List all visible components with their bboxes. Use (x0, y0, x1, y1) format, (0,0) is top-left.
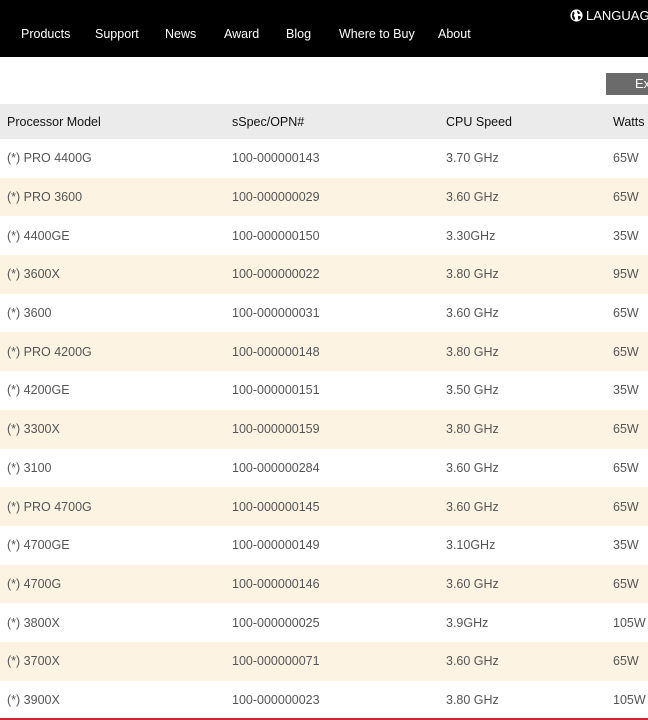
sspec-opn-cell: 100-000000071 (232, 654, 320, 669)
processor-model-cell: (*) 3800X (7, 615, 60, 630)
table-row: (*) 3300X 100-000000159 3.80 GHz 65W (0, 409, 648, 449)
table-row: (*) 3700X 100-000000071 3.60 GHz 65W (0, 641, 648, 681)
watts-cell: 105W (613, 692, 646, 707)
top-navigation-bar: LANGUAGE Products Support News Award Blo… (0, 0, 648, 57)
processor-model-cell: (*) 4400GE (7, 228, 70, 243)
table-row: (*) PRO 4700G 100-000000145 3.60 GHz 65W (0, 487, 648, 526)
processor-model-cell: (*) 3300X (7, 422, 60, 437)
table-row: (*) 3600 100-000000031 3.60 GHz 65W (0, 293, 648, 333)
nav-award[interactable]: Award (224, 27, 259, 41)
cpu-speed-cell: 3.80 GHz (446, 344, 499, 359)
watts-cell: 65W (613, 344, 639, 359)
watts-cell: 65W (613, 499, 639, 514)
column-header-sspec-opn[interactable]: sSpec/OPN# (232, 104, 304, 139)
sspec-opn-cell: 100-000000150 (232, 228, 320, 243)
column-header-watts[interactable]: Watts (613, 104, 644, 139)
processor-model-cell: (*) PRO 4400G (7, 151, 92, 166)
export-button[interactable]: Ex (606, 73, 648, 95)
watts-cell: 65W (613, 576, 639, 591)
cpu-speed-cell: 3.60 GHz (446, 306, 499, 321)
watts-cell: 65W (613, 654, 639, 669)
table-row: (*) PRO 4400G 100-000000143 3.70 GHz 65W (0, 139, 648, 178)
cpu-speed-cell: 3.30GHz (446, 228, 496, 243)
watts-cell: 35W (613, 228, 639, 243)
sspec-opn-cell: 100-000000029 (232, 190, 320, 205)
cpu-speed-cell: 3.60 GHz (446, 460, 499, 475)
processor-model-cell: (*) 3100 (7, 460, 52, 475)
processor-table: Processor Model sSpec/OPN# CPU Speed Wat… (0, 104, 648, 720)
processor-model-cell: (*) 4700GE (7, 538, 70, 553)
nav-where-to-buy[interactable]: Where to Buy (339, 27, 415, 41)
watts-cell: 65W (613, 190, 639, 205)
language-label: LANGUAGE (586, 8, 648, 23)
nav-support[interactable]: Support (95, 27, 139, 41)
table-row: (*) 3800X 100-000000025 3.9GHz 105W (0, 603, 648, 642)
processor-model-cell: (*) PRO 4200G (7, 344, 92, 359)
sspec-opn-cell: 100-000000031 (232, 306, 320, 321)
processor-model-cell: (*) 3600X (7, 267, 60, 282)
table-header: Processor Model sSpec/OPN# CPU Speed Wat… (0, 104, 648, 139)
sspec-opn-cell: 100-000000025 (232, 615, 320, 630)
nav-blog[interactable]: Blog (286, 27, 311, 41)
watts-cell: 95W (613, 267, 639, 282)
sspec-opn-cell: 100-000000159 (232, 422, 320, 437)
processor-model-cell: (*) 3700X (7, 654, 60, 669)
cpu-speed-cell: 3.60 GHz (446, 499, 499, 514)
cpu-speed-cell: 3.60 GHz (446, 190, 499, 205)
table-row: (*) 4700G 100-000000146 3.60 GHz 65W (0, 564, 648, 604)
table-row: (*) PRO 4200G 100-000000148 3.80 GHz 65W (0, 332, 648, 372)
globe-icon (570, 9, 583, 22)
table-row: (*) 4700GE 100-000000149 3.10GHz 35W (0, 525, 648, 565)
watts-cell: 65W (613, 306, 639, 321)
cpu-speed-cell: 3.80 GHz (446, 692, 499, 707)
cpu-speed-cell: 3.9GHz (446, 615, 489, 630)
table-row: (*) 3100 100-000000284 3.60 GHz 65W (0, 448, 648, 488)
column-header-processor-model[interactable]: Processor Model (7, 104, 101, 139)
watts-cell: 105W (613, 615, 646, 630)
processor-model-cell: (*) 3900X (7, 692, 60, 707)
cpu-speed-cell: 3.60 GHz (446, 654, 499, 669)
sspec-opn-cell: 100-000000148 (232, 344, 320, 359)
table-body: (*) PRO 4400G 100-000000143 3.70 GHz 65W (*)… (0, 139, 648, 720)
sspec-opn-cell: 100-000000146 (232, 576, 320, 591)
processor-model-cell: (*) 3600 (7, 306, 52, 321)
sspec-opn-cell: 100-000000151 (232, 383, 320, 398)
processor-model-cell: (*) PRO 3600 (7, 190, 83, 205)
cpu-speed-cell: 3.60 GHz (446, 576, 499, 591)
cpu-speed-cell: 3.70 GHz (446, 151, 499, 166)
nav-products[interactable]: Products (21, 27, 70, 41)
watts-cell: 65W (613, 151, 639, 166)
cpu-speed-cell: 3.10GHz (446, 538, 496, 553)
table-row: (*) 3900X 100-000000023 3.80 GHz 105W (0, 680, 648, 720)
cpu-speed-cell: 3.80 GHz (446, 422, 499, 437)
processor-model-cell: (*) 4700G (7, 576, 62, 591)
table-row: (*) PRO 3600 100-000000029 3.60 GHz 65W (0, 177, 648, 217)
cpu-speed-cell: 3.80 GHz (446, 267, 499, 282)
language-selector[interactable]: LANGUAGE (570, 8, 648, 23)
sspec-opn-cell: 100-000000022 (232, 267, 320, 282)
table-row: (*) 4400GE 100-000000150 3.30GHz 35W (0, 216, 648, 256)
sspec-opn-cell: 100-000000023 (232, 692, 320, 707)
sspec-opn-cell: 100-000000145 (232, 499, 320, 514)
nav-news[interactable]: News (165, 27, 196, 41)
processor-model-cell: (*) PRO 4700G (7, 499, 92, 514)
watts-cell: 65W (613, 460, 639, 475)
table-row: (*) 3600X 100-000000022 3.80 GHz 95W (0, 255, 648, 294)
table-row: (*) 4200GE 100-000000151 3.50 GHz 35W (0, 371, 648, 410)
sspec-opn-cell: 100-000000143 (232, 151, 320, 166)
cpu-speed-cell: 3.50 GHz (446, 383, 499, 398)
sspec-opn-cell: 100-000000284 (232, 460, 320, 475)
sspec-opn-cell: 100-000000149 (232, 538, 320, 553)
nav-about[interactable]: About (438, 27, 471, 41)
watts-cell: 35W (613, 538, 639, 553)
watts-cell: 65W (613, 422, 639, 437)
watts-cell: 35W (613, 383, 639, 398)
processor-model-cell: (*) 4200GE (7, 383, 70, 398)
column-header-cpu-speed[interactable]: CPU Speed (446, 104, 512, 139)
